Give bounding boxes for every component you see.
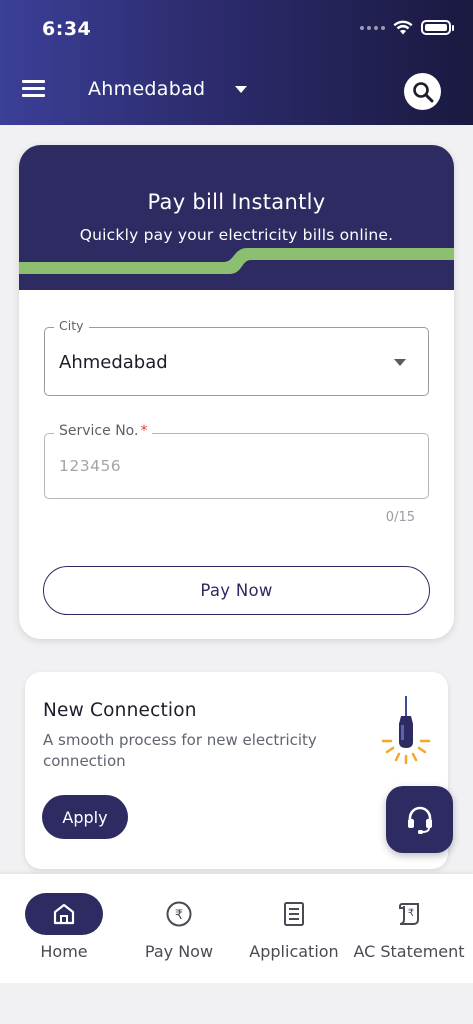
status-time: 6:34 xyxy=(42,18,92,40)
nav-ac-statement[interactable]: ₹ AC Statement xyxy=(350,874,468,983)
nav-pay-now-pill: ₹ xyxy=(140,893,218,935)
search-icon xyxy=(412,81,433,102)
pay-banner: Pay bill Instantly Quickly pay your elec… xyxy=(19,145,454,290)
chevron-down-icon xyxy=(394,359,406,366)
required-mark: * xyxy=(140,423,148,439)
nav-ac-statement-label: AC Statement xyxy=(353,942,465,961)
pay-bill-card: Pay bill Instantly Quickly pay your elec… xyxy=(19,145,454,639)
nav-pay-now[interactable]: ₹ Pay Now xyxy=(120,874,238,983)
headset-icon xyxy=(407,806,432,834)
status-icons xyxy=(360,20,454,35)
city-dropdown[interactable]: City Ahmedabad xyxy=(44,318,429,396)
nav-pay-now-label: Pay Now xyxy=(144,942,214,961)
city-field-label: City xyxy=(54,318,89,333)
signal-icon xyxy=(360,25,385,30)
new-connection-title: New Connection xyxy=(43,700,197,721)
hamburger-menu-icon[interactable] xyxy=(22,80,46,100)
service-field-label: Service No. * xyxy=(54,423,153,439)
support-button[interactable] xyxy=(386,786,453,853)
wifi-icon xyxy=(393,20,413,35)
search-button[interactable] xyxy=(404,73,441,110)
nav-home[interactable]: Home xyxy=(5,874,123,983)
nav-ac-statement-pill: ₹ xyxy=(370,893,448,935)
city-selector[interactable]: Ahmedabad xyxy=(88,78,248,100)
nav-home-pill xyxy=(25,893,103,935)
nav-application-label: Application xyxy=(249,942,339,961)
nav-application-pill xyxy=(255,893,333,935)
nav-home-label: Home xyxy=(40,942,88,961)
character-counter: 0/15 xyxy=(385,510,415,525)
service-number-input[interactable]: Service No. * 123456 xyxy=(44,423,429,499)
nav-application[interactable]: Application xyxy=(235,874,353,983)
new-connection-description: A smooth process for new electricity con… xyxy=(43,731,317,770)
city-field-value: Ahmedabad xyxy=(59,352,168,373)
pay-now-button[interactable]: Pay Now xyxy=(43,566,430,615)
new-connection-card[interactable]: New Connection A smooth process for new … xyxy=(25,672,448,869)
rupee-icon: ₹ xyxy=(166,901,192,927)
svg-text:₹: ₹ xyxy=(408,908,414,919)
selected-city: Ahmedabad xyxy=(88,78,206,100)
document-icon xyxy=(284,902,304,926)
banner-title: Pay bill Instantly xyxy=(147,190,326,214)
svg-text:₹: ₹ xyxy=(175,908,183,923)
service-label-text: Service No. xyxy=(59,423,139,439)
apply-button[interactable]: Apply xyxy=(42,795,128,839)
light-bulb-icon xyxy=(381,696,431,765)
chevron-down-icon xyxy=(235,85,248,93)
app-header: 6:34 Ahmedabad xyxy=(0,0,473,125)
banner-wave xyxy=(19,248,454,274)
home-indicator-area xyxy=(0,983,473,1024)
statement-icon: ₹ xyxy=(399,903,419,925)
service-field-placeholder: 123456 xyxy=(59,457,122,475)
home-icon xyxy=(53,903,75,925)
bottom-navigation: Home ₹ Pay Now Application ₹ AC Statemen… xyxy=(0,874,473,983)
battery-icon xyxy=(421,20,454,35)
